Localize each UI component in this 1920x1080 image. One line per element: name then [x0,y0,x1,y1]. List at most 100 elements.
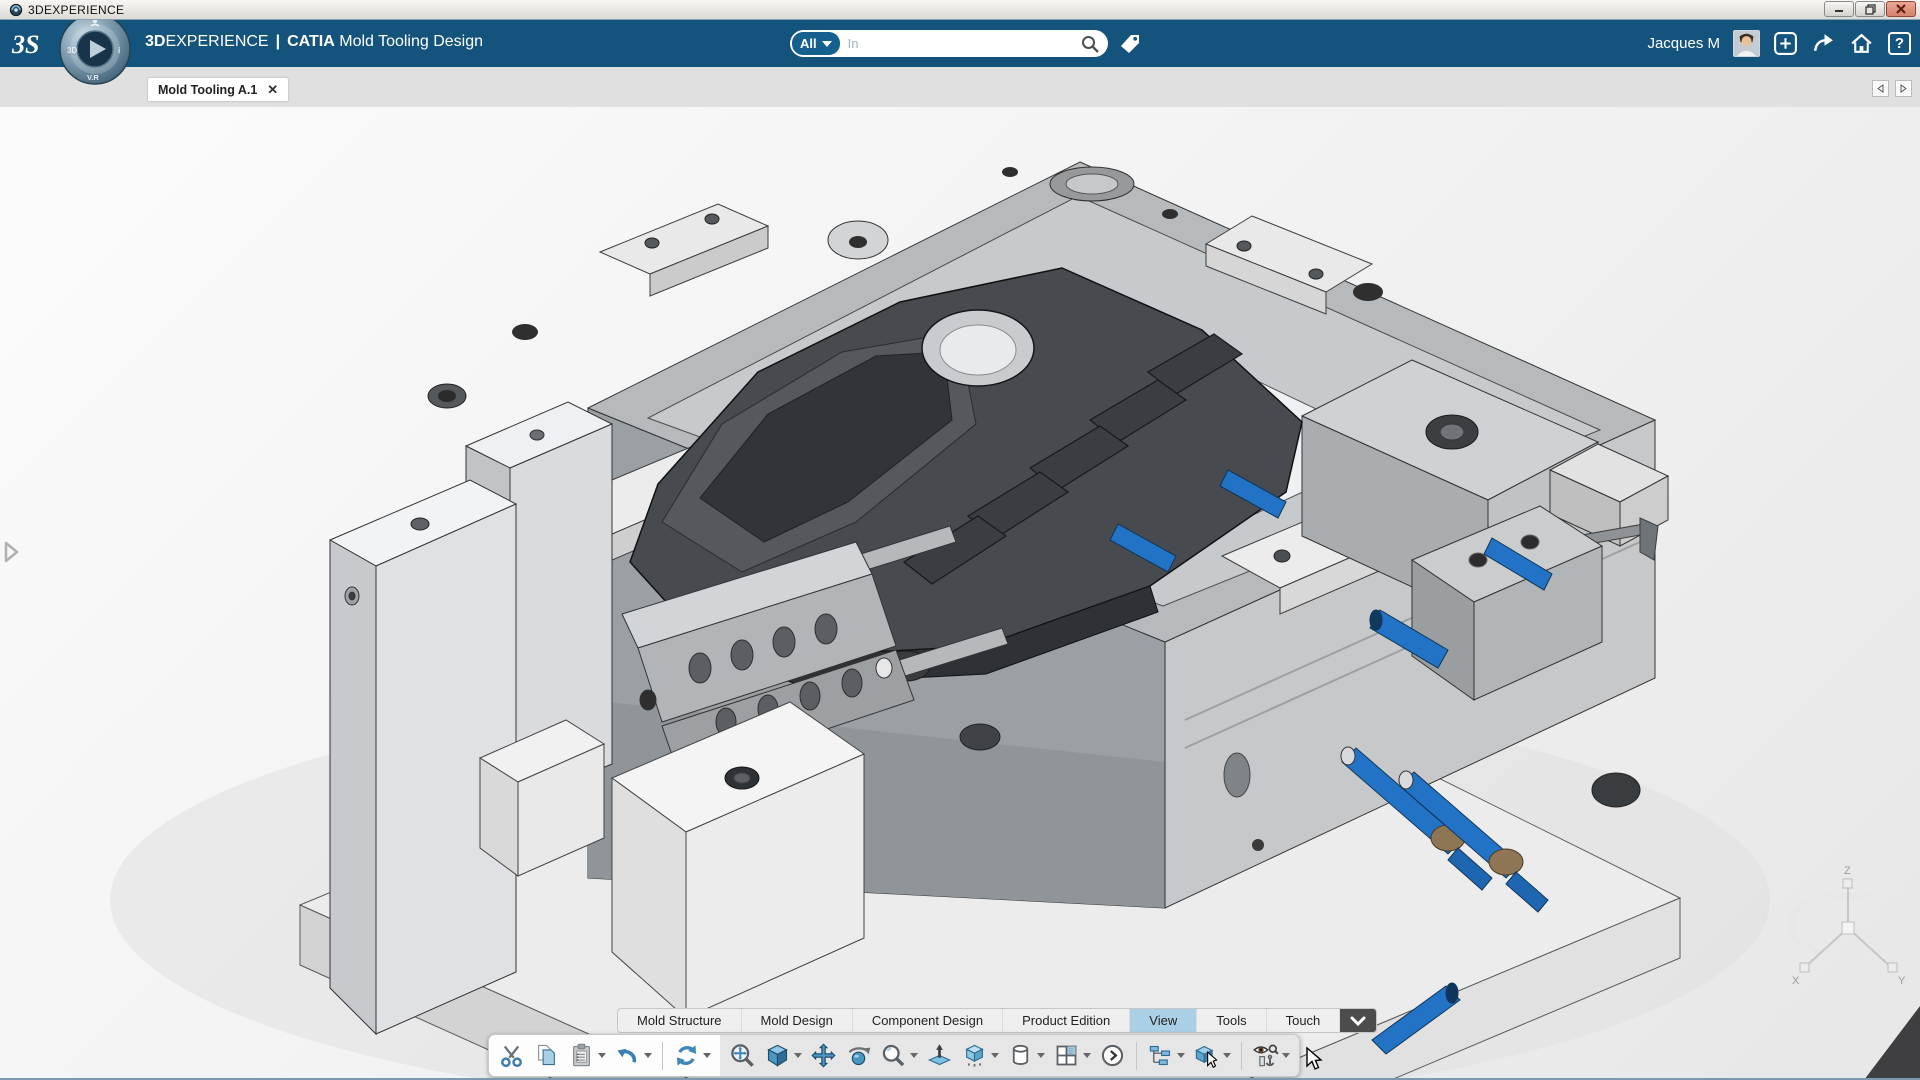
zoom-icon [882,1044,905,1067]
dropdown-caret[interactable] [1083,1053,1091,1058]
toolbar-separator [662,1041,663,1070]
axis-triad: X Y Z [1787,865,1909,987]
cut-button[interactable] [495,1037,528,1075]
toolbar-separator [1136,1041,1137,1070]
search-icon[interactable] [1080,34,1100,54]
paste-button[interactable] [565,1037,609,1075]
tree-icon [1149,1045,1171,1066]
undo-icon [617,1048,637,1063]
search-input[interactable] [839,36,1080,51]
fit-all-in-icon [731,1044,754,1067]
rotate-icon [848,1047,871,1066]
share-button[interactable] [1811,31,1836,56]
scroll-right-button[interactable] [1895,80,1912,97]
collapse-toolbar-button[interactable] [1340,1009,1377,1032]
dropdown-caret[interactable] [1282,1053,1290,1058]
zoom-button[interactable] [877,1037,921,1075]
tag-search-button[interactable] [1118,32,1142,56]
isometric-view-button[interactable] [761,1037,805,1075]
specification-tree-button[interactable] [1144,1037,1188,1075]
minimize-button[interactable] [1824,1,1854,17]
cylinder-view-button[interactable] [1004,1037,1048,1075]
undo-button[interactable] [611,1037,655,1075]
dropdown-caret[interactable] [794,1053,802,1058]
multi-view-icon [1056,1045,1077,1066]
eye-anchor-icon [1253,1044,1279,1067]
update-button[interactable] [670,1037,714,1075]
window-titlebar: 3DEXPERIENCE [0,0,1920,20]
cut-icon [501,1045,522,1068]
cylinder-icon [1012,1044,1029,1065]
window-title: 3DEXPERIENCE [28,2,125,17]
svg-text:V.R: V.R [87,73,99,82]
viewport-3d[interactable]: X Y Z [0,107,1920,1080]
paste-icon [573,1043,590,1067]
help-button[interactable]: ? [1887,31,1912,56]
dropdown-caret[interactable] [1223,1053,1231,1058]
dropdown-caret[interactable] [1177,1053,1185,1058]
app-title: 3DEXPERIENCE | CATIA Mold Tooling Design [145,33,484,50]
more-commands-button[interactable] [1096,1037,1129,1075]
app-icon [9,3,23,16]
tab-mold-structure[interactable]: Mold Structure [618,1009,742,1032]
dropdown-caret[interactable] [598,1053,606,1058]
dropdown-caret[interactable] [644,1053,652,1058]
fit-all-in-button[interactable] [726,1037,759,1075]
pan-icon [811,1043,836,1068]
dropdown-caret[interactable] [703,1053,711,1058]
minimize-icon [1835,10,1843,12]
dropdown-caret[interactable] [1037,1053,1045,1058]
update-icon [676,1045,697,1066]
user-name[interactable]: Jacques M [1647,35,1720,52]
ghost-cube-icon [965,1044,984,1067]
restore-button[interactable] [1855,1,1885,17]
search-bar: All [790,30,1108,57]
home-button[interactable] [1849,31,1874,56]
cube-cursor-icon [1195,1045,1218,1069]
document-tab[interactable]: Mold Tooling A.1 ✕ [148,78,289,101]
3ds-logo-icon[interactable]: 3S [8,25,54,61]
tab-mold-design[interactable]: Mold Design [742,1009,853,1032]
share-arrow-icon [1813,34,1833,52]
chevron-down-icon [1350,1016,1366,1026]
mouse-cursor [1306,1046,1323,1070]
svg-text:X: X [1792,975,1800,987]
scroll-left-button[interactable] [1872,80,1889,97]
tab-touch[interactable]: Touch [1267,1009,1341,1032]
tab-component-design[interactable]: Component Design [853,1009,1004,1032]
tab-product-edition[interactable]: Product Edition [1003,1009,1131,1032]
chevron-right-icon [1900,84,1907,93]
multi-view-button[interactable] [1050,1037,1094,1075]
close-button[interactable] [1886,1,1916,17]
hide-show-button[interactable] [958,1037,1002,1075]
add-button[interactable] [1773,31,1798,56]
dropdown-caret[interactable] [991,1053,999,1058]
application-window: 3DEXPERIENCE 3S 3D i V.R 3DEXPERIENCE | … [0,0,1920,1080]
search-filter-dropdown[interactable]: All [792,32,840,55]
compass-widget[interactable]: 3D i V.R [58,12,132,86]
close-icon [1896,4,1906,14]
avatar-photo-icon [1734,31,1759,56]
visibility-anchor-button[interactable] [1249,1037,1293,1075]
svg-text:Y: Y [1898,975,1906,987]
copy-icon [538,1044,555,1066]
tab-view[interactable]: View [1130,1009,1198,1032]
rotate-button[interactable] [842,1037,875,1075]
document-tabstrip: Mold Tooling A.1 ✕ [0,67,1920,107]
mold-3d-model[interactable]: X Y Z [0,107,1920,1080]
select-manipulate-button[interactable] [1190,1037,1234,1075]
tab-tools[interactable]: Tools [1197,1009,1267,1032]
svg-text:Z: Z [1844,865,1851,877]
top-bar: 3S 3D i V.R 3DEXPERIENCE | CATIA Mold Tool… [0,13,1920,85]
tab-close-button[interactable]: ✕ [267,82,278,98]
avatar[interactable] [1733,30,1760,57]
dropdown-caret[interactable] [910,1053,918,1058]
pan-button[interactable] [807,1037,840,1075]
normal-view-button[interactable] [923,1037,956,1075]
plus-icon [1774,32,1797,55]
svg-text:3S: 3S [11,30,39,59]
panel-expander[interactable] [2,540,22,564]
copy-button[interactable] [530,1037,563,1075]
isometric-cube-icon [767,1044,788,1067]
svg-text:i: i [118,46,120,55]
